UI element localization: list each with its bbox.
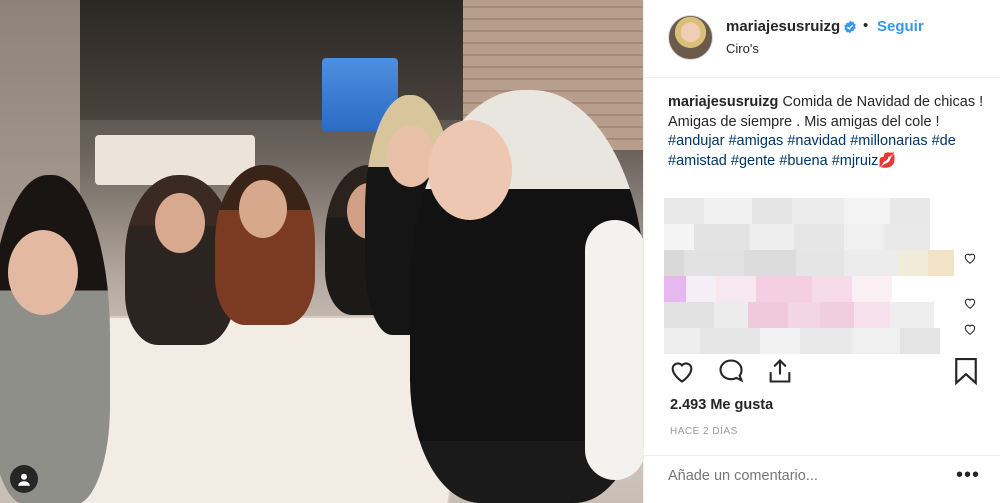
hashtag-link[interactable]: #buena bbox=[779, 153, 827, 169]
censored-comment bbox=[664, 224, 930, 250]
kiss-emoji: 💋 bbox=[878, 152, 897, 169]
photo-person bbox=[215, 165, 315, 325]
verified-badge-icon bbox=[844, 20, 856, 34]
username-link[interactable]: mariajesusruizg bbox=[726, 18, 840, 35]
avatar[interactable] bbox=[668, 15, 713, 60]
censored-comment bbox=[664, 302, 934, 328]
share-icon[interactable] bbox=[766, 357, 794, 385]
photo-person bbox=[410, 90, 643, 503]
action-bar bbox=[644, 355, 1000, 389]
hashtag-link[interactable]: #millonarias bbox=[850, 133, 927, 149]
speech-bubble-icon[interactable] bbox=[717, 357, 745, 385]
post-side-panel: mariajesusruizg • Seguir Ciro's mariajes… bbox=[643, 0, 1000, 503]
hashtag-link[interactable]: #amistad bbox=[668, 153, 727, 169]
comment-like-icon[interactable] bbox=[963, 251, 977, 265]
heart-outline-icon[interactable] bbox=[668, 357, 696, 385]
comment-like-icon[interactable] bbox=[963, 296, 977, 310]
person-tag-icon[interactable] bbox=[10, 465, 38, 493]
censored-comment bbox=[664, 328, 940, 354]
post-header: mariajesusruizg • Seguir Ciro's bbox=[644, 0, 1000, 78]
post-photo[interactable] bbox=[0, 0, 643, 503]
photo-person bbox=[0, 175, 110, 503]
comment-composer: ••• bbox=[644, 455, 1000, 503]
hashtag-link[interactable]: #mjruiz bbox=[832, 153, 879, 169]
caption-username[interactable]: mariajesusruizg bbox=[668, 94, 778, 110]
comment-like-icon[interactable] bbox=[963, 322, 977, 336]
comment-input[interactable] bbox=[668, 468, 928, 484]
likes-count[interactable]: 2.493 Me gusta bbox=[670, 397, 773, 413]
separator-dot: • bbox=[863, 17, 869, 34]
hashtag-link[interactable]: #gente bbox=[731, 153, 775, 169]
follow-button[interactable]: Seguir bbox=[877, 18, 924, 35]
comments-list bbox=[664, 196, 954, 354]
post-caption: mariajesusruizg Comida de Navidad de chi… bbox=[668, 93, 986, 171]
post-timestamp[interactable]: HACE 2 DÍAS bbox=[670, 426, 738, 437]
hashtag-link[interactable]: #de bbox=[932, 133, 956, 149]
location-link[interactable]: Ciro's bbox=[726, 41, 759, 56]
hashtag-link[interactable]: #navidad bbox=[787, 133, 846, 149]
more-options-button[interactable]: ••• bbox=[956, 464, 980, 487]
hashtag-link[interactable]: #amigas bbox=[728, 133, 783, 149]
bookmark-icon[interactable] bbox=[953, 356, 979, 386]
photo-bar bbox=[80, 0, 500, 120]
hashtag-link[interactable]: #andujar bbox=[668, 133, 724, 149]
censored-comment bbox=[664, 198, 930, 224]
censored-comment bbox=[664, 276, 892, 302]
censored-comment bbox=[664, 250, 954, 276]
